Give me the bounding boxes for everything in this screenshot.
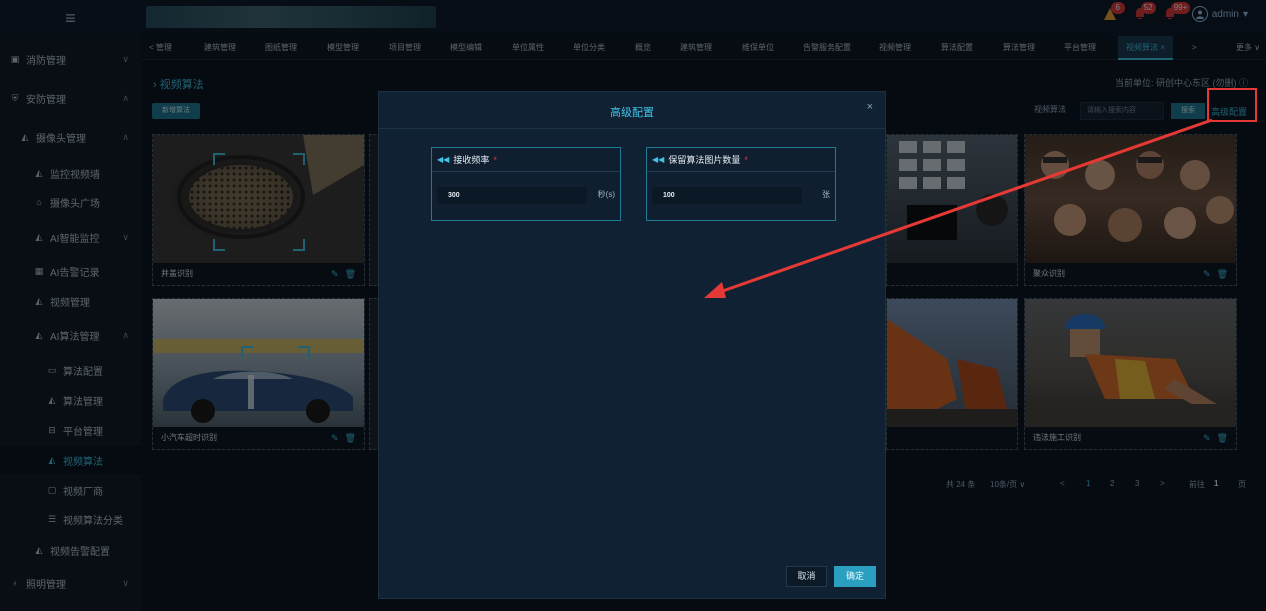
double-arrow-icon: ◀◀ [652, 154, 665, 164]
annotation-highlight-box [1207, 88, 1257, 122]
field-unit: 张 [822, 190, 830, 199]
field-header: ◀◀ 保留算法图片数量 * [647, 148, 835, 172]
required-mark: * [493, 154, 497, 165]
field-header: ◀◀ 接收频率 * [432, 148, 620, 172]
field-label: 保留算法图片数量 [668, 154, 741, 165]
advanced-config-dialog: 高级配置 × ◀◀ 接收频率 * 300 秒(s) ◀◀ 保留算法图片数量 * … [378, 91, 886, 599]
dialog-title: 高级配置 [610, 107, 654, 119]
field-unit: 秒(s) [597, 190, 615, 199]
app-root: ≡ 6 52 99+ admin ▾ [0, 0, 1266, 611]
required-mark: * [744, 154, 748, 165]
cancel-button[interactable]: 取消 [786, 566, 827, 587]
receive-frequency-field: ◀◀ 接收频率 * 300 秒(s) [431, 147, 621, 221]
confirm-button[interactable]: 确定 [834, 566, 876, 587]
field-label: 接收频率 [453, 154, 490, 165]
retain-image-count-input[interactable]: 100 [652, 187, 802, 204]
retain-image-count-field: ◀◀ 保留算法图片数量 * 100 张 [646, 147, 836, 221]
double-arrow-icon: ◀◀ [437, 154, 450, 164]
close-icon[interactable]: × [867, 101, 873, 113]
dialog-header: 高级配置 × [379, 92, 885, 129]
receive-frequency-input[interactable]: 300 [437, 187, 587, 204]
